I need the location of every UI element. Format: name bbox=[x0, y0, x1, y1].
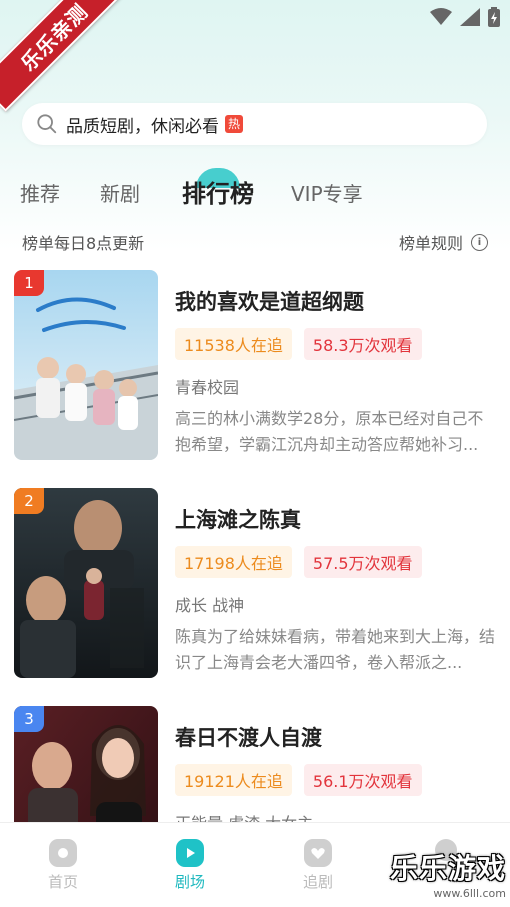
genre-tags: 成长 战神 bbox=[175, 596, 245, 615]
drama-poster[interactable]: 2 bbox=[14, 488, 158, 678]
ranking-subbar: 榜单每日8点更新 榜单规则 i bbox=[22, 230, 488, 254]
stats-row: 11538人在追 58.3万次观看 bbox=[175, 328, 422, 360]
nav-following-label: 追剧 bbox=[302, 873, 333, 891]
hot-badge: 热 bbox=[225, 115, 244, 133]
stats-row: 19121人在追 56.1万次观看 bbox=[175, 764, 422, 796]
stats-row: 17198人在追 57.5万次观看 bbox=[175, 546, 422, 578]
home-icon bbox=[49, 839, 77, 867]
drama-description: 高三的林小满数学28分，原本已经对自己不抱希望，学霸江沉舟却主动答应帮她补习..… bbox=[175, 409, 484, 454]
update-notice: 榜单每日8点更新 bbox=[22, 234, 145, 253]
search-placeholder: 品质短剧，休闲必看 bbox=[66, 116, 219, 137]
info-icon: i bbox=[471, 233, 488, 251]
tab-recommend[interactable]: 推荐 bbox=[20, 178, 60, 207]
search-bar[interactable]: 品质短剧，休闲必看 热 bbox=[22, 103, 487, 145]
theater-play-icon bbox=[176, 839, 204, 867]
poster-image-shanghai bbox=[14, 488, 158, 678]
views-count: 56.1万次观看 bbox=[303, 764, 422, 796]
wifi-icon bbox=[430, 8, 452, 25]
rank-badge: 3 bbox=[14, 706, 44, 732]
followers-count: 19121人在追 bbox=[175, 764, 292, 796]
ranking-rules-link[interactable]: 榜单规则 i bbox=[399, 230, 488, 254]
category-tabs: 推荐 新剧 排行榜 VIP专享 bbox=[0, 170, 510, 218]
drama-card-2[interactable]: 2 上海滩之陈真 17198人在追 57.5万次观看 成长 战神 陈真为了给妹妹… bbox=[14, 488, 499, 678]
rank-badge: 1 bbox=[14, 270, 44, 296]
views-count: 58.3万次观看 bbox=[303, 328, 422, 360]
drama-poster[interactable]: 1 bbox=[14, 270, 158, 460]
genre-tags: 青春校园 bbox=[175, 378, 240, 397]
watermark-logo: 乐乐游戏 www.6lll.com bbox=[390, 847, 506, 900]
ranking-rules-label: 榜单规则 bbox=[398, 234, 463, 253]
heart-icon bbox=[304, 839, 332, 867]
drama-description: 陈真为了给妹妹看病，带着她来到大上海，结识了上海青会老大潘四爷，卷入帮派之... bbox=[175, 627, 495, 672]
nav-following[interactable]: 追剧 bbox=[283, 839, 353, 892]
followers-count: 11538人在追 bbox=[175, 328, 292, 360]
drama-title[interactable]: 上海滩之陈真 bbox=[175, 504, 301, 534]
poster-image-campus bbox=[14, 270, 158, 460]
watermark-brand: 乐乐游戏 bbox=[389, 852, 506, 885]
drama-card-1[interactable]: 1 我的喜欢是道超纲题 11538人在追 58.3万次观看 青春校园 高三的林小… bbox=[14, 270, 499, 460]
drama-title[interactable]: 春日不渡人自渡 bbox=[175, 722, 322, 752]
tab-vip-exclusive[interactable]: VIP专享 bbox=[291, 178, 363, 207]
nav-home[interactable]: 首页 bbox=[28, 839, 98, 892]
followers-count: 17198人在追 bbox=[175, 546, 292, 578]
battery-icon bbox=[488, 7, 500, 27]
rank-badge: 2 bbox=[14, 488, 44, 514]
drama-title[interactable]: 我的喜欢是道超纲题 bbox=[175, 286, 364, 316]
nav-theater[interactable]: 剧场 bbox=[155, 839, 225, 892]
views-count: 57.5万次观看 bbox=[303, 546, 422, 578]
search-icon bbox=[37, 114, 57, 134]
signal-icon bbox=[460, 8, 480, 26]
tab-new-dramas[interactable]: 新剧 bbox=[100, 178, 140, 207]
watermark-url: www.6lll.com bbox=[433, 887, 506, 900]
nav-theater-label: 剧场 bbox=[174, 873, 205, 891]
tab-ranking[interactable]: 排行榜 bbox=[182, 174, 254, 209]
nav-home-label: 首页 bbox=[47, 873, 78, 891]
